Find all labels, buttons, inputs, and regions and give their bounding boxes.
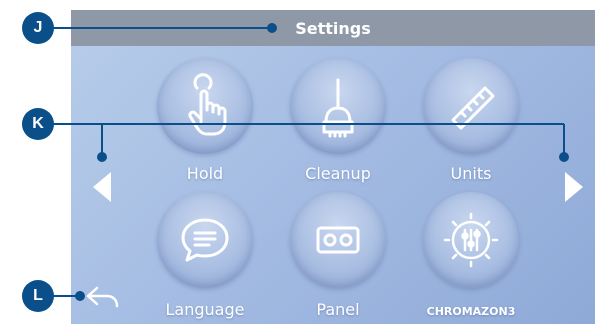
callout-j: J [22,12,54,44]
callout-k: K [22,108,54,140]
callout-lines [52,23,569,301]
callout-l: L [22,280,54,312]
